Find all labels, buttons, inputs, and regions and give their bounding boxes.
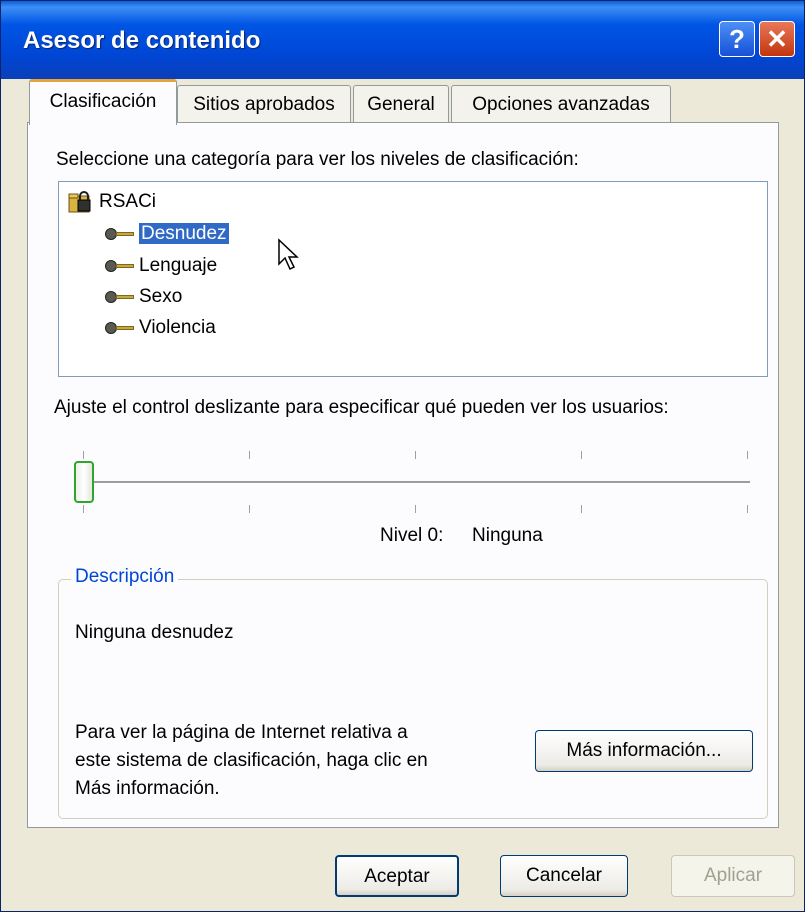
ratings-folder-icon [67, 190, 93, 214]
info-text-line1: Para ver la página de Internet relativa … [75, 722, 408, 743]
level-name: Ninguna [472, 525, 543, 546]
tab-clasificacion[interactable]: Clasificación [29, 79, 177, 125]
slider-prompt: Ajuste el control deslizante para especi… [54, 397, 669, 418]
ok-button[interactable]: Aceptar [335, 855, 459, 897]
tab-panel: Seleccione una categoría para ver los ni… [27, 122, 779, 828]
tree-item-desnudez[interactable]: Desnudez [105, 220, 229, 248]
tree-item-violencia[interactable]: Violencia [105, 314, 216, 342]
category-tree[interactable]: RSACi Desnudez Lenguaje Sexo Violencia [58, 181, 768, 377]
key-icon [105, 258, 135, 274]
tab-sitios-aprobados[interactable]: Sitios aprobados [177, 85, 351, 123]
help-button[interactable]: ? [719, 21, 755, 57]
info-text-line2: este sistema de clasificación, haga clic… [75, 750, 428, 771]
key-icon [105, 226, 135, 242]
tab-opciones-avanzadas[interactable]: Opciones avanzadas [451, 85, 671, 123]
key-icon [105, 320, 135, 336]
category-prompt: Seleccione una categoría para ver los ni… [56, 149, 579, 170]
tree-root-rsaci[interactable]: RSACi [67, 188, 156, 216]
tree-item-label: Violencia [139, 317, 216, 338]
slider-track[interactable] [84, 481, 750, 484]
close-button[interactable]: ✕ [759, 21, 795, 57]
apply-button[interactable]: Aplicar [671, 855, 795, 897]
tree-item-label: Desnudez [139, 223, 229, 244]
dialog-window: Asesor de contenido ? ✕ Clasificación Si… [0, 0, 805, 912]
tree-item-label: Sexo [139, 286, 183, 307]
tree-item-sexo[interactable]: Sexo [105, 283, 182, 311]
description-text: Ninguna desnudez [75, 622, 234, 643]
tree-item-lenguaje[interactable]: Lenguaje [105, 252, 217, 280]
key-icon [105, 289, 135, 305]
slider-thumb[interactable] [74, 461, 94, 503]
more-info-button[interactable]: Más información... [535, 730, 753, 772]
description-legend: Descripción [71, 566, 179, 588]
mouse-cursor-icon [278, 238, 299, 271]
cancel-button[interactable]: Cancelar [500, 855, 628, 897]
tree-root-label: RSACi [99, 191, 157, 212]
info-text-line3: Más información. [75, 778, 220, 799]
description-groupbox: Descripción Ninguna desnudez Para ver la… [58, 566, 768, 819]
title-bar[interactable]: Asesor de contenido ? ✕ [1, 1, 804, 79]
tab-general[interactable]: General [353, 85, 449, 123]
level-label: Nivel 0: [380, 525, 444, 546]
tree-item-label: Lenguaje [139, 255, 218, 276]
window-title: Asesor de contenido [23, 27, 261, 54]
